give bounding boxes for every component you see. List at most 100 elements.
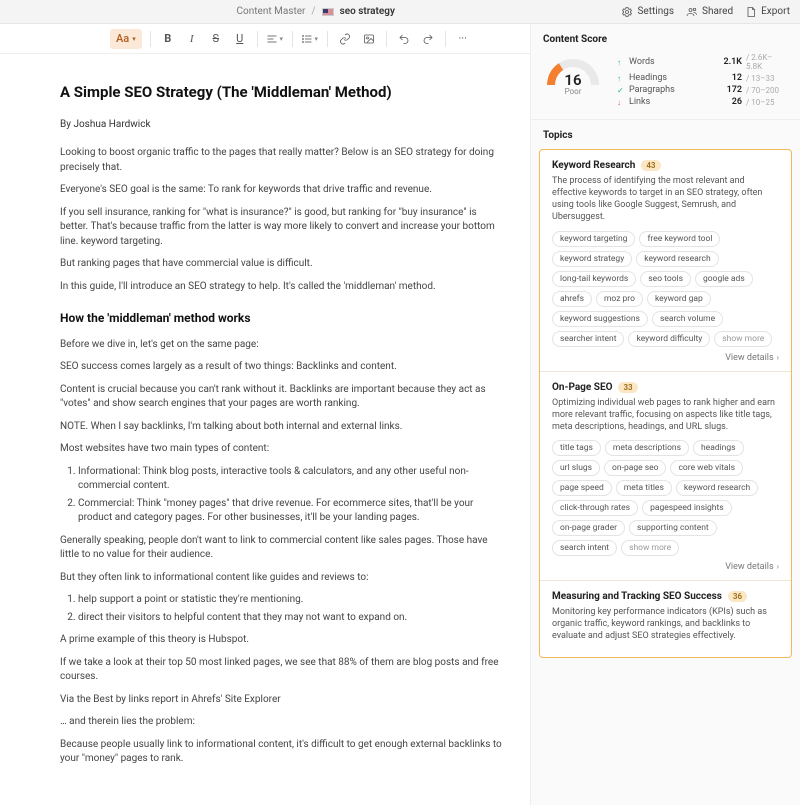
underline-button[interactable]: U xyxy=(231,29,249,49)
undo-button[interactable] xyxy=(395,29,413,49)
topic-chip[interactable]: on-page seo xyxy=(604,460,666,476)
link-button[interactable] xyxy=(336,29,354,49)
topic-chip[interactable]: keyword targeting xyxy=(552,231,635,247)
more-button[interactable]: ··· xyxy=(454,29,472,49)
topic-chip[interactable]: keyword gap xyxy=(647,291,711,307)
doc-paragraph: Via the Best by links report in Ahrefs' … xyxy=(60,693,506,708)
align-dropdown[interactable]: ▾ xyxy=(266,29,284,49)
topic-card: On-Page SEO 33 Optimizing individual web p… xyxy=(540,372,791,581)
metric-label: Paragraphs xyxy=(629,85,710,95)
doc-heading-1: A Simple SEO Strategy (The 'Middleman' M… xyxy=(60,82,506,104)
topic-chip[interactable]: keyword research xyxy=(676,480,758,496)
document-editor[interactable]: A Simple SEO Strategy (The 'Middleman' M… xyxy=(0,54,530,805)
top-bar: Content Master / seo strategy Settings S… xyxy=(0,0,800,24)
topic-card: Keyword Research43The process of identif… xyxy=(540,150,791,372)
topic-chip[interactable]: meta descriptions xyxy=(605,440,689,456)
doc-paragraph: If you sell insurance, ranking for "what… xyxy=(60,206,506,250)
doc-paragraph: Looking to boost organic traffic to the … xyxy=(60,146,506,175)
content-score-panel: Content Score 16 Poor ↑Words2.1K/ 2.6K–5… xyxy=(531,24,800,120)
topic-chip[interactable]: google ads xyxy=(695,271,753,287)
topic-chip[interactable]: keyword research xyxy=(636,251,718,267)
image-button[interactable] xyxy=(360,29,378,49)
breadcrumb-separator: / xyxy=(311,6,315,17)
topic-chip[interactable]: free keyword tool xyxy=(639,231,720,247)
doc-paragraph: Content is crucial because you can't ran… xyxy=(60,383,506,412)
topic-chip[interactable]: url slugs xyxy=(552,460,600,476)
view-details-link[interactable]: View details› xyxy=(552,562,779,572)
list-dropdown[interactable]: ▾ xyxy=(301,29,319,49)
export-button[interactable]: Export xyxy=(745,6,790,18)
metric-label: Links xyxy=(629,97,710,107)
topic-chip[interactable]: seo tools xyxy=(640,271,691,287)
doc-paragraph: But they often link to informational con… xyxy=(60,571,506,586)
doc-paragraph: SEO success comes largely as a result of… xyxy=(60,360,506,375)
metric-value: 26 xyxy=(714,97,742,107)
doc-paragraph: Before we dive in, let's get on the same… xyxy=(60,338,506,353)
topic-description: Optimizing individual web pages to rank … xyxy=(552,397,779,433)
topic-title: On-Page SEO xyxy=(552,382,612,393)
doc-paragraph: If we take a look at their top 50 most l… xyxy=(60,656,506,685)
topic-card: Measuring and Tracking SEO Success36Moni… xyxy=(540,581,791,657)
settings-button[interactable]: Settings xyxy=(621,6,674,18)
doc-ordered-list: Informational: Think blog posts, interac… xyxy=(78,465,506,526)
topic-chip[interactable]: click-through rates xyxy=(552,500,638,516)
topic-title: Measuring and Tracking SEO Success xyxy=(552,591,722,602)
list-icon xyxy=(301,33,313,45)
topic-chip[interactable]: on-page grader xyxy=(552,520,625,536)
metric-value: 172 xyxy=(714,85,742,95)
metric-range: / 13–33 xyxy=(746,74,788,83)
settings-label: Settings xyxy=(637,6,674,17)
export-label: Export xyxy=(761,6,790,17)
topic-chip[interactable]: headings xyxy=(693,440,744,456)
doc-title: seo strategy xyxy=(340,6,395,17)
doc-paragraph: Generally speaking, people don't want to… xyxy=(60,534,506,563)
italic-button[interactable]: I xyxy=(183,29,201,49)
doc-list-item: Informational: Think blog posts, interac… xyxy=(78,465,506,494)
doc-heading-2: How the 'middleman' method works xyxy=(60,310,506,327)
topic-chip[interactable]: search volume xyxy=(652,311,723,327)
topic-chip[interactable]: page speed xyxy=(552,480,612,496)
bold-button[interactable]: B xyxy=(159,29,177,49)
show-more-chip[interactable]: show more xyxy=(714,331,772,347)
editor-toolbar: Aa▾ B I S U ▾ ▾ ··· xyxy=(0,24,530,54)
chevron-right-icon: › xyxy=(777,562,779,571)
score-metrics: ↑Words2.1K/ 2.6K–5.8K↑Headings12/ 13–33✓… xyxy=(617,53,788,109)
shared-button[interactable]: Shared xyxy=(686,6,733,18)
topic-chip[interactable]: ahrefs xyxy=(552,291,592,307)
topic-chip[interactable]: meta titles xyxy=(616,480,672,496)
topic-chip[interactable]: keyword strategy xyxy=(552,251,632,267)
metric-value: 2.1K xyxy=(714,57,742,67)
chevron-right-icon: › xyxy=(777,353,779,362)
topic-chip[interactable]: pagespeed insights xyxy=(642,500,732,516)
topic-chip[interactable]: supporting content xyxy=(629,520,717,536)
content-score-heading: Content Score xyxy=(543,34,788,45)
strikethrough-button[interactable]: S xyxy=(207,29,225,49)
topic-count-badge: 33 xyxy=(618,382,637,393)
gear-icon xyxy=(621,6,633,18)
app-name: Content Master xyxy=(237,6,306,17)
topic-chip[interactable]: title tags xyxy=(552,440,601,456)
doc-list-item: help support a point or statistic they'r… xyxy=(78,593,506,608)
metric-label: Headings xyxy=(629,73,710,83)
doc-list-item: Commercial: Think "money pages" that dri… xyxy=(78,497,506,526)
topic-chip[interactable]: moz pro xyxy=(596,291,643,307)
redo-button[interactable] xyxy=(419,29,437,49)
sidebar: Content Score 16 Poor ↑Words2.1K/ 2.6K–5… xyxy=(530,24,800,805)
topic-chip[interactable]: long-tail keywords xyxy=(552,271,636,287)
doc-list-item: direct their visitors to helpful content… xyxy=(78,611,506,626)
score-value: 16 xyxy=(543,71,603,89)
metric-row: ↓Links26/ 10–25 xyxy=(617,97,788,107)
topic-chip[interactable]: search intent xyxy=(552,540,617,556)
topic-chip[interactable]: keyword difficulty xyxy=(628,331,710,347)
topic-count-badge: 36 xyxy=(728,591,747,602)
topic-chip[interactable]: searcher intent xyxy=(552,331,624,347)
view-details-link[interactable]: View details› xyxy=(552,353,779,363)
metric-row: ✓Paragraphs172/ 70–200 xyxy=(617,85,788,95)
show-more-chip[interactable]: show more xyxy=(621,540,679,556)
font-style-dropdown[interactable]: Aa▾ xyxy=(110,29,142,49)
topic-description: The process of identifying the most rele… xyxy=(552,175,779,224)
file-icon xyxy=(745,6,757,18)
topic-chip[interactable]: core web vitals xyxy=(670,460,743,476)
align-left-icon xyxy=(266,33,278,45)
topic-chip[interactable]: keyword suggestions xyxy=(552,311,648,327)
